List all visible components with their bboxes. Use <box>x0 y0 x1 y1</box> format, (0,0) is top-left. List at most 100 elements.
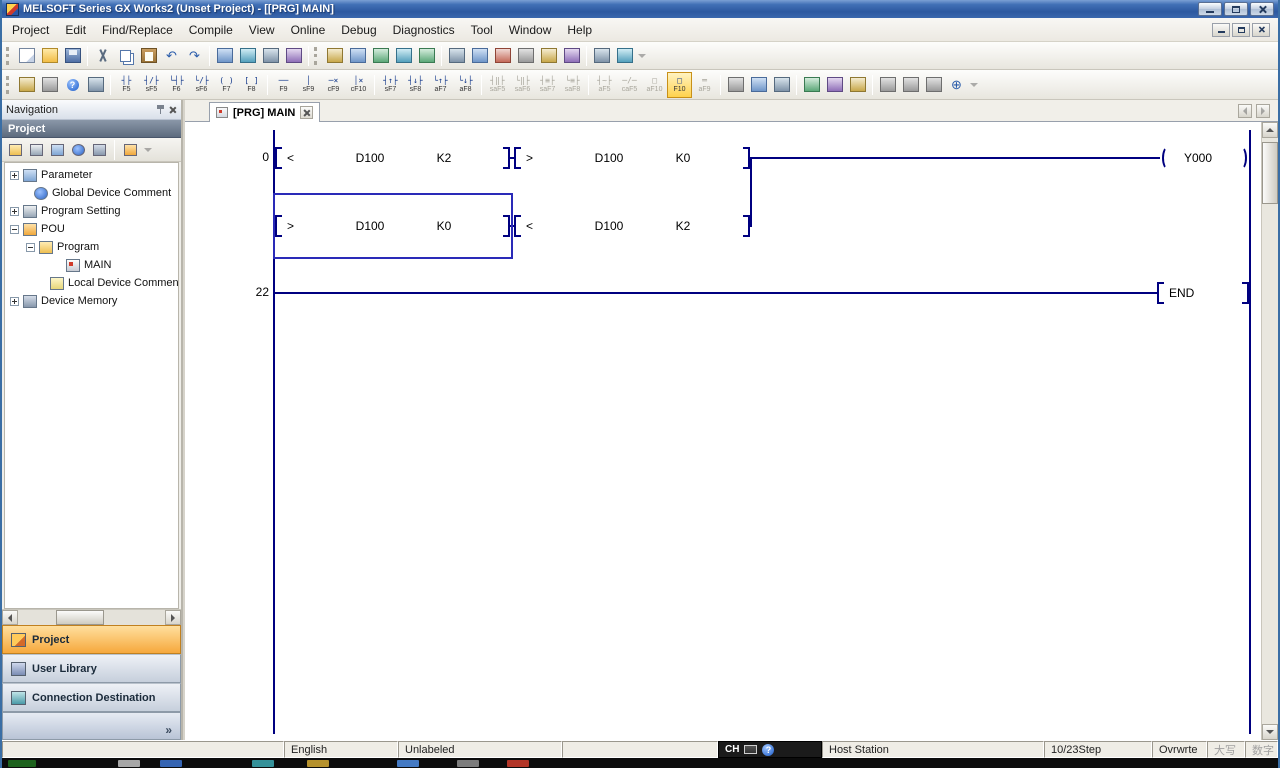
menu-tool[interactable]: Tool <box>463 20 501 40</box>
scroll-track[interactable] <box>18 610 165 625</box>
toolbar-grip[interactable] <box>6 76 11 94</box>
taskbar-item[interactable] <box>397 760 419 767</box>
closed-contact-button[interactable]: ┤/├sF5 <box>139 72 164 98</box>
expand-icon[interactable] <box>10 297 19 306</box>
rising-pulse-branch-button[interactable]: └↑├aF7 <box>428 72 453 98</box>
mdi-minimize-button[interactable] <box>1212 23 1230 37</box>
online-read-button[interactable] <box>392 44 415 67</box>
tab-scroll-left-button[interactable] <box>1238 104 1252 118</box>
tree-item-program[interactable]: Program <box>5 238 178 256</box>
tab-close-button[interactable] <box>300 106 313 119</box>
monitor-start-button[interactable] <box>468 44 491 67</box>
taskbar-item[interactable] <box>118 760 140 767</box>
menu-diagnostics[interactable]: Diagnostics <box>385 20 463 40</box>
display-note-button[interactable] <box>922 73 945 96</box>
open-contact-button[interactable]: ┤├F5 <box>114 72 139 98</box>
redo-button[interactable]: ↷ <box>183 44 206 67</box>
menu-compile[interactable]: Compile <box>181 20 241 40</box>
falling-pulse-close-button[interactable]: └≡├saF8 <box>560 72 585 98</box>
close-button[interactable] <box>1250 2 1274 16</box>
help-button[interactable] <box>61 73 84 96</box>
scroll-down-button[interactable] <box>1262 724 1278 740</box>
copy-button[interactable] <box>114 44 137 67</box>
menu-debug[interactable]: Debug <box>333 20 384 40</box>
taskbar-item[interactable] <box>160 760 182 767</box>
menu-window[interactable]: Window <box>501 20 560 40</box>
nav-new-button[interactable] <box>6 141 24 159</box>
tree-item-global-device-comment[interactable]: Global Device Comment <box>5 184 178 202</box>
pulse-negate-branch-button[interactable]: └‖├saF6 <box>510 72 535 98</box>
invert-contact-button[interactable]: ┤~├aF5 <box>592 72 617 98</box>
tree-item-local-device-comment[interactable]: Local Device Comment <box>5 274 178 292</box>
expand-icon[interactable] <box>10 207 19 216</box>
navigation-hscrollbar[interactable] <box>2 609 181 625</box>
invert-result-button[interactable]: ─/─caF5 <box>617 72 642 98</box>
device-test-button[interactable] <box>514 44 537 67</box>
windows-taskbar[interactable] <box>2 758 1278 768</box>
program-editor-button[interactable] <box>323 44 346 67</box>
scroll-thumb[interactable] <box>1262 142 1278 204</box>
new-project-button[interactable] <box>15 44 38 67</box>
verify-button[interactable] <box>445 44 468 67</box>
scroll-up-button[interactable] <box>1262 122 1278 138</box>
delete-horizontal-line-button[interactable]: ─×cF9 <box>321 72 346 98</box>
edit-cursor[interactable] <box>273 193 513 259</box>
taskbar-item[interactable] <box>507 760 529 767</box>
contact-compare[interactable]: > D100 K0 <box>514 143 750 173</box>
cross-reference-button[interactable] <box>560 44 583 67</box>
tree-item-parameter[interactable]: Parameter <box>5 166 178 184</box>
read-mode-button[interactable] <box>770 73 793 96</box>
open-branch-button[interactable]: └┤├F6 <box>164 72 189 98</box>
nav-info-button[interactable] <box>69 141 87 159</box>
menu-help[interactable]: Help <box>559 20 600 40</box>
nav-button-user-library[interactable]: User Library <box>2 654 181 683</box>
maximize-button[interactable] <box>1224 2 1248 16</box>
nav-view-dropdown[interactable] <box>142 139 154 161</box>
comment-edit-button[interactable] <box>800 73 823 96</box>
ladder-edit-button[interactable] <box>15 73 38 96</box>
rising-pulse-close-button[interactable]: ┤≡├saF7 <box>535 72 560 98</box>
rising-pulse-button[interactable]: ┤↑├sF7 <box>378 72 403 98</box>
paste-button[interactable] <box>137 44 160 67</box>
diagnostics-button[interactable] <box>537 44 560 67</box>
closed-branch-button[interactable]: └/├sF6 <box>189 72 214 98</box>
tree-item-pou[interactable]: POU <box>5 220 178 238</box>
rebuild-all-button[interactable] <box>369 44 392 67</box>
menu-find-replace[interactable]: Find/Replace <box>94 20 181 40</box>
contact-compare[interactable]: < D100 K2 <box>275 143 510 173</box>
falling-pulse-button[interactable]: ┤↓├sF8 <box>403 72 428 98</box>
coil-button[interactable]: ( )F7 <box>214 72 239 98</box>
instruction-help-button[interactable]: □F10 <box>667 72 692 98</box>
pulse-negate-contact-button[interactable]: ┤‖├saF5 <box>485 72 510 98</box>
start-button[interactable] <box>8 760 36 767</box>
tree-item-device-memory[interactable]: Device Memory <box>5 292 178 310</box>
device-list-button[interactable] <box>590 44 613 67</box>
toolbar-options-dropdown[interactable] <box>636 45 648 67</box>
vertical-line-button[interactable]: │sF9 <box>296 72 321 98</box>
tree-item-program-setting[interactable]: Program Setting <box>5 202 178 220</box>
application-instruction-button[interactable]: [ ]F8 <box>239 72 264 98</box>
end-instruction[interactable]: END <box>1157 278 1249 308</box>
nav-sort-button[interactable] <box>121 141 139 159</box>
falling-pulse-branch-button[interactable]: └↓├aF8 <box>453 72 478 98</box>
taskbar-item[interactable] <box>457 760 479 767</box>
label-setting-button[interactable] <box>282 44 305 67</box>
horizontal-line-button[interactable]: ──F9 <box>271 72 296 98</box>
undo-button[interactable]: ↶ <box>160 44 183 67</box>
nav-paste-button[interactable] <box>48 141 66 159</box>
collapse-icon[interactable] <box>26 243 35 252</box>
menu-project[interactable]: Project <box>4 20 57 40</box>
toolbar-grip[interactable] <box>314 47 319 65</box>
scroll-left-button[interactable] <box>2 610 18 625</box>
output-coil[interactable]: Y000 <box>1160 143 1249 173</box>
statement-edit-button[interactable] <box>823 73 846 96</box>
taskbar-item[interactable] <box>307 760 329 767</box>
toolbar-grip[interactable] <box>6 47 11 65</box>
find-device-button[interactable] <box>213 44 236 67</box>
inline-st-button[interactable] <box>724 73 747 96</box>
nav-refresh-button[interactable] <box>90 141 108 159</box>
scroll-right-button[interactable] <box>165 610 181 625</box>
parameter-setting-button[interactable] <box>259 44 282 67</box>
expand-icon[interactable] <box>10 171 19 180</box>
cut-button[interactable] <box>91 44 114 67</box>
